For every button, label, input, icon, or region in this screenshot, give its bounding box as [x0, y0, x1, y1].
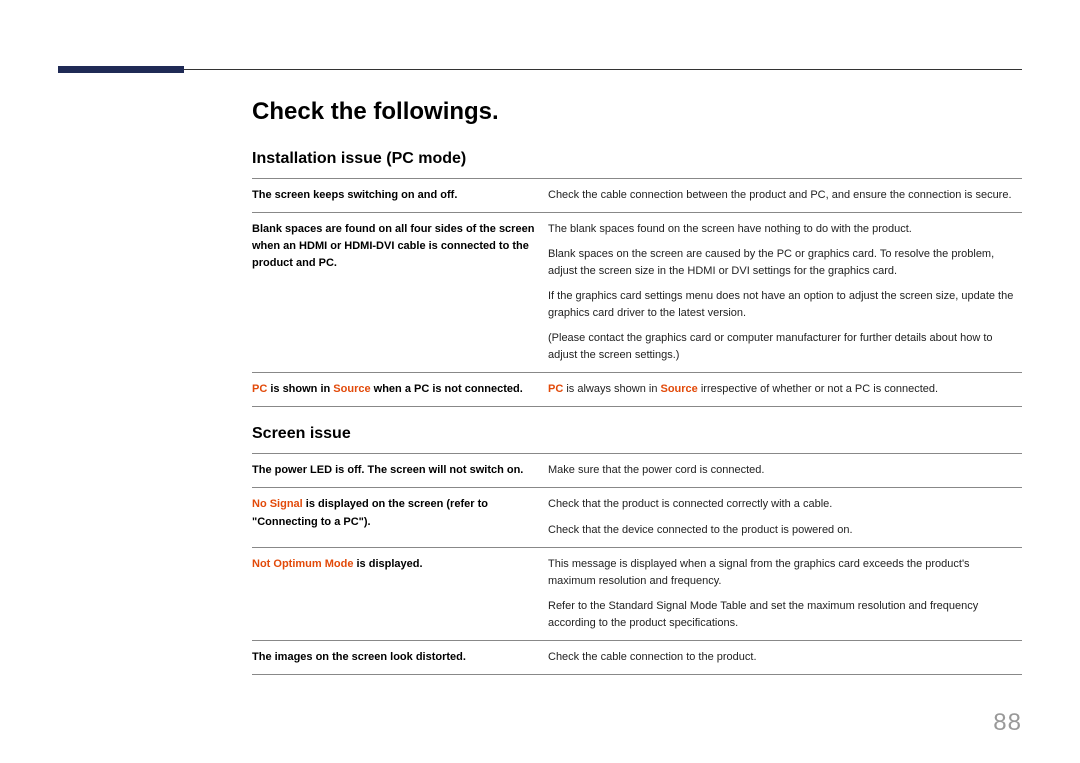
page-content: Check the followings. Installation issue… [252, 98, 1022, 675]
troubleshoot-table: The screen keeps switching on and off. Ch… [252, 178, 1022, 407]
paragraph: The screen keeps switching on and off. [252, 187, 542, 204]
paragraph: (Please contact the graphics card or com… [548, 330, 1016, 364]
paragraph: Check that the device connected to the p… [548, 522, 1016, 539]
text-run: Check the cable connection between the p… [548, 189, 1012, 201]
text-run: is displayed. [353, 558, 422, 570]
paragraph: Check the cable connection to the produc… [548, 649, 1016, 666]
paragraph: PC is always shown in Source irrespectiv… [548, 381, 1016, 398]
solution-cell: Check that the product is connected corr… [548, 488, 1022, 547]
page-number: 88 [993, 709, 1022, 737]
text-run: The images on the screen look distorted. [252, 651, 466, 663]
table-row: The images on the screen look distorted.… [252, 640, 1022, 674]
solution-cell: This message is displayed when a signal … [548, 547, 1022, 640]
table-row: Not Optimum Mode is displayed. This messa… [252, 547, 1022, 640]
text-run: Blank spaces on the screen are caused by… [548, 248, 994, 277]
solution-cell: Check the cable connection between the p… [548, 179, 1022, 213]
paragraph: Refer to the Standard Signal Mode Table … [548, 598, 1016, 632]
text-run: when a PC is not connected. [371, 383, 523, 395]
sections-container: Installation issue (PC mode) The screen k… [252, 150, 1022, 675]
table-row: Blank spaces are found on all four sides… [252, 213, 1022, 373]
issue-cell: The screen keeps switching on and off. [252, 179, 548, 213]
paragraph: Make sure that the power cord is connect… [548, 462, 1016, 479]
text-run: The power LED is off. The screen will no… [252, 464, 523, 476]
issue-cell: The images on the screen look distorted. [252, 640, 548, 674]
text-run: If the graphics card settings menu does … [548, 290, 1013, 319]
text-run: No Signal [252, 498, 303, 510]
text-run: is shown in [267, 383, 333, 395]
paragraph: Check that the product is connected corr… [548, 496, 1016, 513]
text-run: This message is displayed when a signal … [548, 558, 970, 587]
header-accent-bar [58, 66, 184, 73]
issue-cell: PC is shown in Source when a PC is not c… [252, 373, 548, 407]
solution-cell: Check the cable connection to the produc… [548, 640, 1022, 674]
text-run: Check that the product is connected corr… [548, 498, 832, 510]
text-run: PC [252, 383, 267, 395]
paragraph: The power LED is off. The screen will no… [252, 462, 542, 479]
text-run: Blank spaces are found on all four sides… [252, 223, 534, 269]
subsection-heading: Installation issue (PC mode) [252, 150, 1022, 168]
text-run: Source [661, 383, 698, 395]
paragraph: Blank spaces are found on all four sides… [252, 221, 542, 272]
solution-cell: The blank spaces found on the screen hav… [548, 213, 1022, 373]
header-rule [58, 69, 1022, 70]
table-row: No Signal is displayed on the screen (re… [252, 488, 1022, 547]
paragraph: PC is shown in Source when a PC is not c… [252, 381, 542, 398]
text-run: Check that the device connected to the p… [548, 524, 853, 536]
text-run: The screen keeps switching on and off. [252, 189, 457, 201]
text-run: PC [548, 383, 563, 395]
paragraph: Not Optimum Mode is displayed. [252, 556, 542, 573]
issue-cell: The power LED is off. The screen will no… [252, 454, 548, 488]
text-run: Make sure that the power cord is connect… [548, 464, 764, 476]
text-run: irrespective of whether or not a PC is c… [698, 383, 938, 395]
text-run: (Please contact the graphics card or com… [548, 332, 993, 361]
table-row: PC is shown in Source when a PC is not c… [252, 373, 1022, 407]
issue-cell: No Signal is displayed on the screen (re… [252, 488, 548, 547]
page-title: Check the followings. [252, 98, 1022, 126]
paragraph: The images on the screen look distorted. [252, 649, 542, 666]
issue-cell: Blank spaces are found on all four sides… [252, 213, 548, 373]
paragraph: If the graphics card settings menu does … [548, 288, 1016, 322]
text-run: Check the cable connection to the produc… [548, 651, 757, 663]
solution-cell: PC is always shown in Source irrespectiv… [548, 373, 1022, 407]
text-run: Refer to the Standard Signal Mode Table … [548, 600, 978, 629]
troubleshoot-table: The power LED is off. The screen will no… [252, 453, 1022, 674]
table-row: The screen keeps switching on and off. Ch… [252, 179, 1022, 213]
paragraph: Blank spaces on the screen are caused by… [548, 246, 1016, 280]
text-run: is always shown in [563, 383, 660, 395]
text-run: The blank spaces found on the screen hav… [548, 223, 912, 235]
paragraph: The blank spaces found on the screen hav… [548, 221, 1016, 238]
paragraph: Check the cable connection between the p… [548, 187, 1016, 204]
issue-cell: Not Optimum Mode is displayed. [252, 547, 548, 640]
paragraph: This message is displayed when a signal … [548, 556, 1016, 590]
paragraph: No Signal is displayed on the screen (re… [252, 496, 542, 530]
subsection-heading: Screen issue [252, 425, 1022, 443]
solution-cell: Make sure that the power cord is connect… [548, 454, 1022, 488]
table-row: The power LED is off. The screen will no… [252, 454, 1022, 488]
text-run: Source [333, 383, 370, 395]
text-run: Not Optimum Mode [252, 558, 353, 570]
